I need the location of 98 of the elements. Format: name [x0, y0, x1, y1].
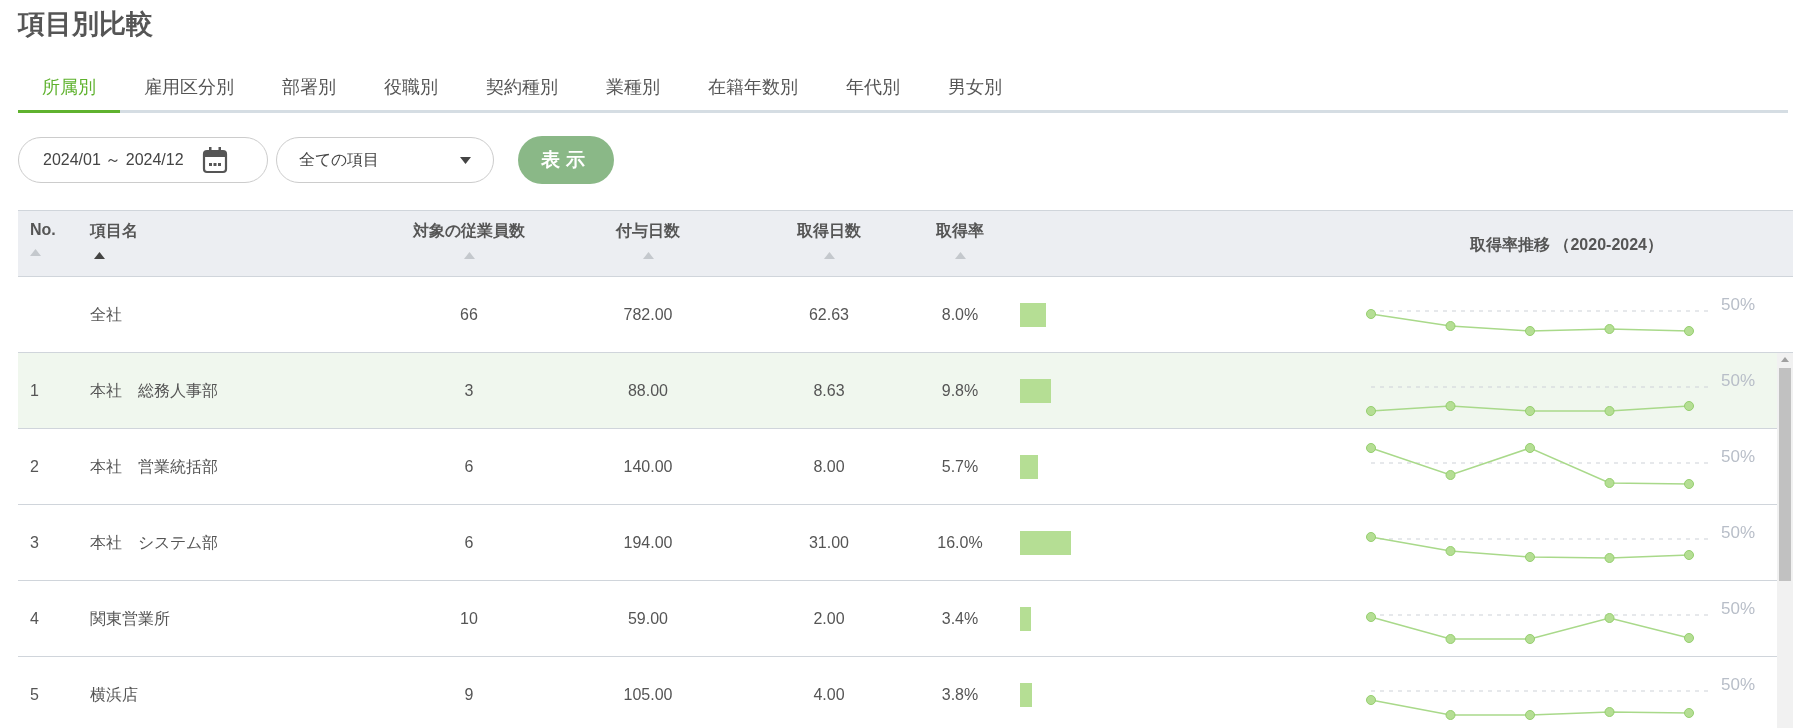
granted-days: 140.00 — [623, 458, 673, 476]
rate-bar — [1020, 607, 1031, 631]
item-name: 本社 システム部 — [89, 532, 218, 553]
reference-label: 50% — [1721, 295, 1756, 315]
granted-days: 194.00 — [623, 534, 673, 552]
sort-icon[interactable] — [94, 252, 105, 259]
taken-days: 8.00 — [813, 458, 845, 476]
taken-days: 4.00 — [813, 686, 845, 704]
data-point — [1604, 406, 1615, 416]
data-point — [1366, 532, 1376, 542]
tab[interactable]: 年代別 — [822, 70, 924, 113]
data-point — [1525, 406, 1535, 416]
data-point — [1684, 708, 1694, 718]
data-point — [1366, 406, 1376, 416]
tab[interactable]: 役職別 — [360, 70, 462, 113]
data-point — [1366, 695, 1376, 705]
data-point — [1366, 612, 1376, 622]
caret-icon — [460, 156, 471, 164]
employee-count: 3 — [464, 382, 474, 400]
data-point — [1684, 479, 1694, 489]
rate-bar — [1020, 379, 1052, 403]
data-point — [1684, 401, 1694, 411]
reference-label: 50% — [1721, 371, 1756, 391]
data-point — [1445, 470, 1456, 480]
data-point — [1604, 478, 1615, 488]
data-point — [1445, 634, 1456, 644]
row-number: 3 — [29, 534, 39, 552]
granted-days: 59.00 — [627, 610, 668, 628]
employee-count: 10 — [460, 610, 478, 628]
rate-bar — [1020, 531, 1072, 555]
taken-days: 2.00 — [813, 610, 845, 628]
item-name: 全社 — [89, 304, 122, 325]
data-point — [1445, 401, 1456, 411]
employee-count: 6 — [464, 534, 474, 552]
taken-days: 62.63 — [808, 306, 849, 324]
calendar-icon[interactable] — [201, 146, 228, 174]
data-point — [1366, 309, 1376, 319]
item-name: 本社 総務人事部 — [89, 380, 218, 401]
data-point — [1366, 443, 1376, 453]
column-header[interactable]: No. — [30, 221, 56, 239]
data-point — [1684, 633, 1694, 643]
granted-days: 88.00 — [627, 382, 668, 400]
data-point — [1445, 546, 1456, 556]
granted-days: 782.00 — [623, 306, 673, 324]
data-point — [1604, 613, 1615, 623]
rate-bar — [1020, 683, 1033, 707]
table-row[interactable]: 1 本社 総務人事部 3 88.00 8.63 9.8% 50% — [18, 353, 1777, 429]
taken-days: 8.63 — [813, 382, 845, 400]
column-header[interactable]: 取得日数 — [797, 221, 861, 242]
acquisition-rate: 9.8% — [941, 382, 979, 400]
employee-count: 66 — [460, 306, 478, 324]
employee-count: 6 — [464, 458, 474, 476]
item-name: 関東営業所 — [89, 608, 170, 629]
item-name: 横浜店 — [89, 684, 138, 705]
data-point — [1525, 326, 1535, 336]
row-number: 5 — [29, 686, 39, 704]
acquisition-rate: 5.7% — [941, 458, 979, 476]
tab[interactable]: 業種別 — [582, 70, 684, 113]
rate-bar — [1020, 303, 1046, 327]
data-point — [1684, 326, 1694, 336]
acquisition-rate: 3.4% — [941, 610, 979, 628]
column-header: 取得率推移 （2020-2024） — [1470, 235, 1663, 255]
acquisition-rate: 8.0% — [941, 306, 979, 324]
scrollbar[interactable] — [1777, 353, 1793, 728]
data-point — [1604, 324, 1615, 334]
data-point — [1525, 710, 1535, 720]
granted-days: 105.00 — [623, 686, 673, 704]
data-point — [1525, 443, 1535, 453]
row-number: 2 — [29, 458, 39, 476]
rate-bar — [1020, 455, 1039, 479]
tab[interactable]: 在籍年数別 — [684, 70, 822, 113]
data-point — [1604, 707, 1615, 717]
reference-label: 50% — [1721, 675, 1756, 695]
reference-label: 50% — [1721, 599, 1756, 619]
data-point — [1604, 553, 1615, 563]
tab[interactable]: 契約種別 — [462, 70, 582, 113]
reference-label: 50% — [1721, 523, 1756, 543]
item-name: 本社 営業統括部 — [89, 456, 218, 477]
column-header[interactable]: 付与日数 — [616, 221, 680, 242]
data-point — [1525, 634, 1535, 644]
row-number: 4 — [29, 610, 39, 628]
employee-count: 9 — [464, 686, 474, 704]
tab[interactable]: 雇用区分別 — [120, 70, 258, 113]
column-header[interactable]: 項目名 — [90, 221, 138, 242]
data-point — [1525, 552, 1535, 562]
taken-days: 31.00 — [808, 534, 849, 552]
acquisition-rate: 16.0% — [937, 534, 983, 552]
acquisition-rate: 3.8% — [941, 686, 979, 704]
data-point — [1445, 321, 1456, 331]
column-header[interactable]: 対象の従業員数 — [413, 221, 525, 242]
data-point — [1445, 710, 1456, 720]
tab[interactable]: 部署別 — [258, 70, 360, 113]
data-point — [1684, 550, 1694, 560]
row-number: 1 — [29, 382, 39, 400]
reference-label: 50% — [1721, 447, 1756, 467]
tab[interactable]: 男女別 — [924, 70, 1026, 113]
page-title: 項目別比較 — [18, 8, 154, 41]
column-header[interactable]: 取得率 — [936, 221, 984, 242]
